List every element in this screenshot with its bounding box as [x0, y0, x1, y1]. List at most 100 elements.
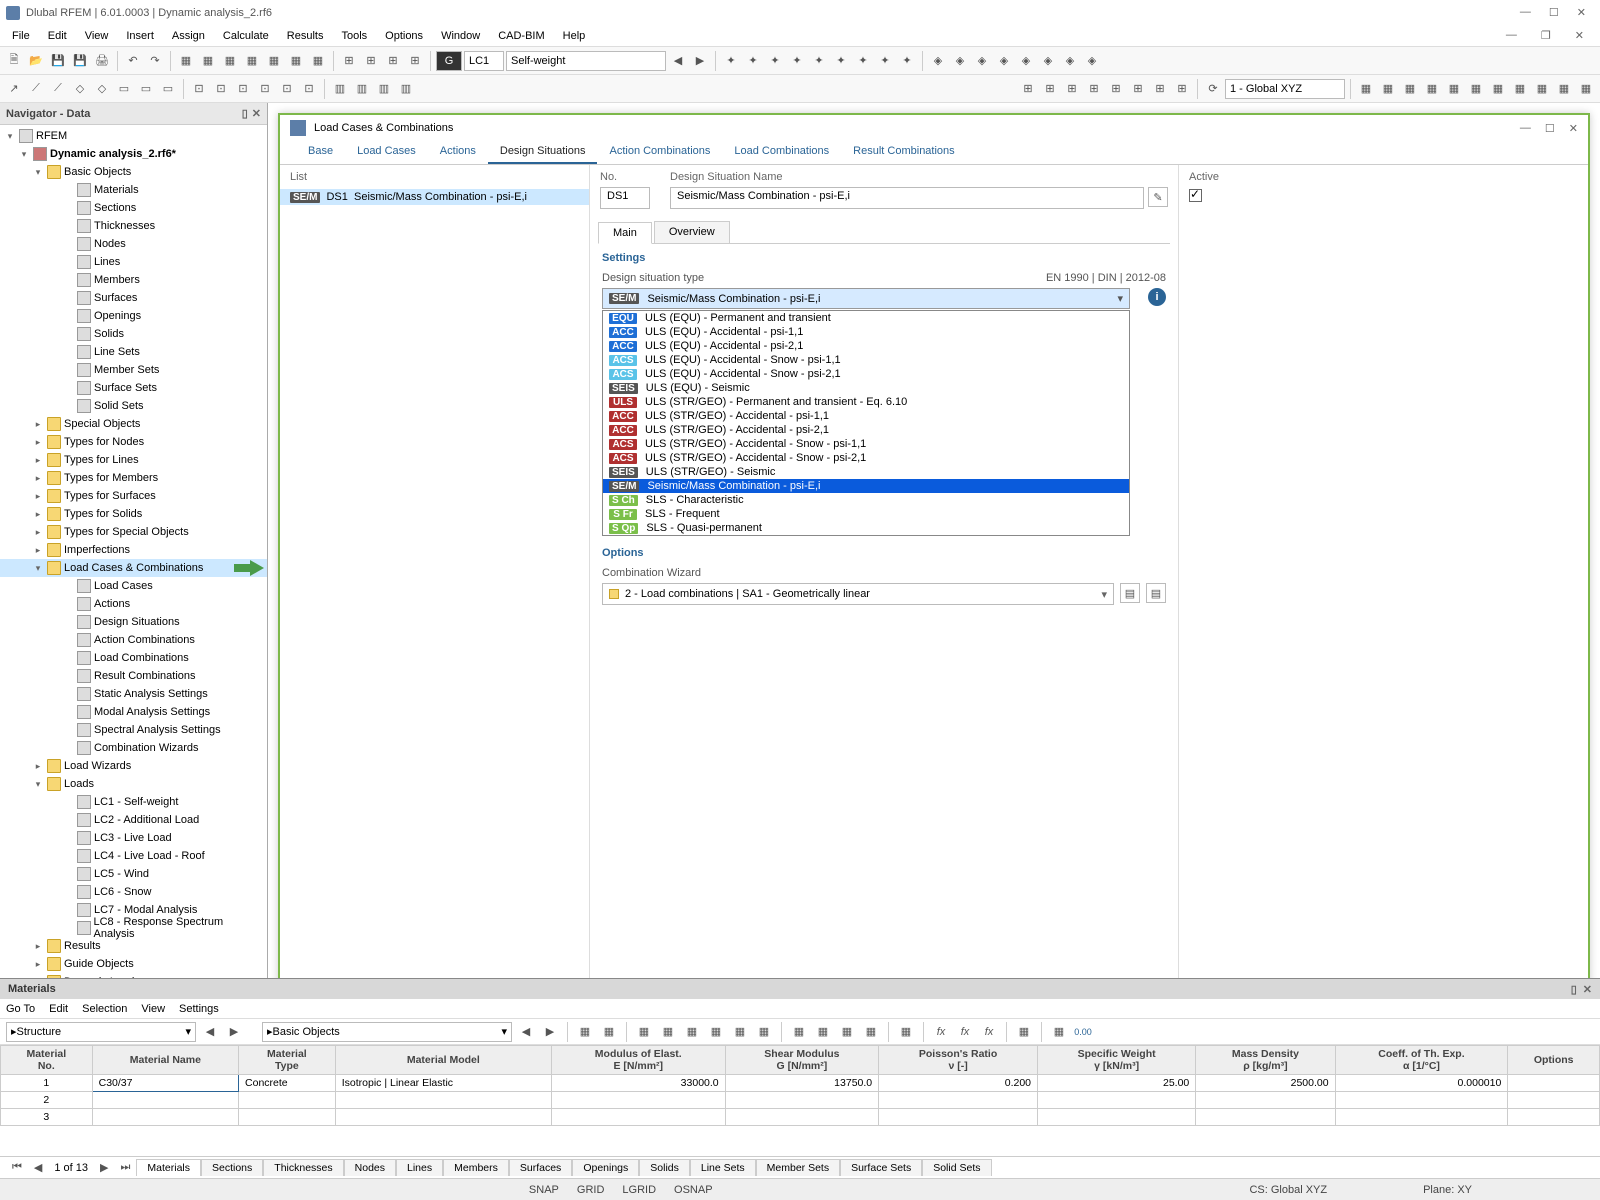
dst-option[interactable]: ACSULS (EQU) - Accidental - Snow - psi-1… [603, 353, 1129, 367]
tree-item[interactable]: Load Combinations [0, 649, 267, 667]
table-row[interactable]: 2 [1, 1092, 1600, 1109]
list-row[interactable]: SE/M DS1 Seismic/Mass Combination - psi-… [280, 189, 589, 205]
t2-h[interactable]: ▭ [158, 79, 178, 99]
tree-item[interactable]: Lines [0, 253, 267, 271]
t1-m8[interactable]: ✦ [875, 51, 895, 71]
status-grid[interactable]: GRID [577, 1184, 605, 1196]
menu-options[interactable]: Options [377, 28, 431, 44]
mat-menu-settings[interactable]: Settings [179, 1003, 219, 1015]
mat-tab[interactable]: Surfaces [509, 1159, 572, 1176]
t1-m1[interactable]: ✦ [721, 51, 741, 71]
dst-option[interactable]: ACSULS (STR/GEO) - Accidental - Snow - p… [603, 451, 1129, 465]
mat-fx1[interactable]: fx [931, 1022, 951, 1042]
t2-s1[interactable]: ⊞ [1018, 79, 1038, 99]
t2-l[interactable]: ⊡ [255, 79, 275, 99]
dst-option[interactable]: S QpSLS - Quasi-permanent [603, 521, 1129, 535]
mat-tab[interactable]: Openings [572, 1159, 639, 1176]
t1-n3[interactable]: ◈ [972, 51, 992, 71]
menu-cadbim[interactable]: CAD-BIM [490, 28, 552, 44]
print-icon[interactable]: 🖨 [92, 51, 112, 71]
dst-option[interactable]: ACCULS (EQU) - Accidental - psi-2,1 [603, 339, 1129, 353]
tree-loads[interactable]: Loads [64, 778, 94, 790]
t2-u2[interactable]: ▦ [1378, 79, 1398, 99]
t1-j[interactable]: ⊞ [383, 51, 403, 71]
dst-option[interactable]: SEISULS (STR/GEO) - Seismic [603, 465, 1129, 479]
t2-n[interactable]: ⊡ [299, 79, 319, 99]
mat-t2[interactable]: ▦ [599, 1022, 619, 1042]
mat-menu-goto[interactable]: Go To [6, 1003, 35, 1015]
dlg-maximize-icon[interactable]: ☐ [1545, 122, 1555, 135]
mat-t3[interactable]: ▦ [634, 1022, 654, 1042]
tree-item[interactable]: LC6 - Snow [0, 883, 267, 901]
mat-t15[interactable]: ▦ [1049, 1022, 1069, 1042]
nav-pin-icon[interactable]: ▯ [242, 107, 248, 120]
t1-m5[interactable]: ✦ [809, 51, 829, 71]
dst-option[interactable]: ACSULS (STR/GEO) - Accidental - Snow - p… [603, 437, 1129, 451]
status-osnap[interactable]: OSNAP [674, 1184, 713, 1196]
tree-folder[interactable]: ▸Types for Special Objects [0, 523, 267, 541]
saveall-icon[interactable]: 💾 [70, 51, 90, 71]
dst-option[interactable]: ACCULS (STR/GEO) - Accidental - psi-1,1 [603, 409, 1129, 423]
mat-t14[interactable]: ▦ [1014, 1022, 1034, 1042]
mat-last-icon[interactable]: ⏭ [114, 1161, 136, 1174]
mat-tab[interactable]: Surface Sets [840, 1159, 922, 1176]
t2-u7[interactable]: ▦ [1488, 79, 1508, 99]
mat-prev2-icon[interactable]: ◀ [516, 1022, 536, 1042]
tree-item[interactable]: Result Combinations [0, 667, 267, 685]
menu-tools[interactable]: Tools [333, 28, 375, 44]
lc-next-icon[interactable]: ▶ [690, 51, 710, 71]
tab-base[interactable]: Base [296, 141, 345, 164]
tree-item[interactable]: Surface Sets [0, 379, 267, 397]
dst-option[interactable]: ACCULS (EQU) - Accidental - psi-1,1 [603, 325, 1129, 339]
t2-g[interactable]: ▭ [136, 79, 156, 99]
cw-btn2-icon[interactable]: ▤ [1146, 583, 1166, 603]
t2-s5[interactable]: ⊞ [1106, 79, 1126, 99]
mat-t10[interactable]: ▦ [813, 1022, 833, 1042]
mat-tab[interactable]: Sections [201, 1159, 263, 1176]
undo-icon[interactable]: ↶ [123, 51, 143, 71]
t2-u9[interactable]: ▦ [1532, 79, 1552, 99]
mat-tab[interactable]: Member Sets [756, 1159, 840, 1176]
t1-a[interactable]: ▦ [176, 51, 196, 71]
mat-menu-view[interactable]: View [141, 1003, 165, 1015]
tree-item[interactable]: Design Situations [0, 613, 267, 631]
open-icon[interactable]: 📂 [26, 51, 46, 71]
info-icon[interactable]: i [1148, 288, 1166, 306]
dst-option[interactable]: SEISULS (EQU) - Seismic [603, 381, 1129, 395]
t2-u3[interactable]: ▦ [1400, 79, 1420, 99]
t2-r[interactable]: ▥ [396, 79, 416, 99]
t2-u5[interactable]: ▦ [1444, 79, 1464, 99]
menu-results[interactable]: Results [279, 28, 332, 44]
tree-folder[interactable]: ▸Types for Nodes [0, 433, 267, 451]
tree-item[interactable]: Solids [0, 325, 267, 343]
mat-menu-selection[interactable]: Selection [82, 1003, 127, 1015]
t2-e[interactable]: ◇ [92, 79, 112, 99]
t2-d[interactable]: ◇ [70, 79, 90, 99]
mat-t1[interactable]: ▦ [575, 1022, 595, 1042]
t2-f[interactable]: ▭ [114, 79, 134, 99]
t2-b[interactable]: ⟋ [26, 79, 46, 99]
tree-folder[interactable]: ▸Guide Objects [0, 955, 267, 973]
tree-item[interactable]: Materials [0, 181, 267, 199]
menu-edit[interactable]: Edit [40, 28, 75, 44]
menu-insert[interactable]: Insert [118, 28, 162, 44]
t2-u4[interactable]: ▦ [1422, 79, 1442, 99]
table-row[interactable]: 1C30/37ConcreteIsotropic | Linear Elasti… [1, 1075, 1600, 1092]
tree-folder[interactable]: ▸Types for Lines [0, 451, 267, 469]
tree-item[interactable]: Member Sets [0, 361, 267, 379]
tree-item[interactable]: Load Cases [0, 577, 267, 595]
dst-option[interactable]: S ChSLS - Characteristic [603, 493, 1129, 507]
dst-list[interactable]: EQUULS (EQU) - Permanent and transientAC… [602, 310, 1130, 536]
mat-next1-icon[interactable]: ▶ [224, 1022, 244, 1042]
lc-name[interactable]: Self-weight [506, 51, 666, 71]
t1-c[interactable]: ▦ [220, 51, 240, 71]
tree-item[interactable]: Surfaces [0, 289, 267, 307]
t2-u6[interactable]: ▦ [1466, 79, 1486, 99]
dsn-input[interactable]: Seismic/Mass Combination - psi-E,i [670, 187, 1144, 209]
mat-tab[interactable]: Members [443, 1159, 509, 1176]
t1-d[interactable]: ▦ [242, 51, 262, 71]
tree-item[interactable]: Action Combinations [0, 631, 267, 649]
t2-i[interactable]: ⊡ [189, 79, 209, 99]
tree-item[interactable]: Actions [0, 595, 267, 613]
t1-n2[interactable]: ◈ [950, 51, 970, 71]
